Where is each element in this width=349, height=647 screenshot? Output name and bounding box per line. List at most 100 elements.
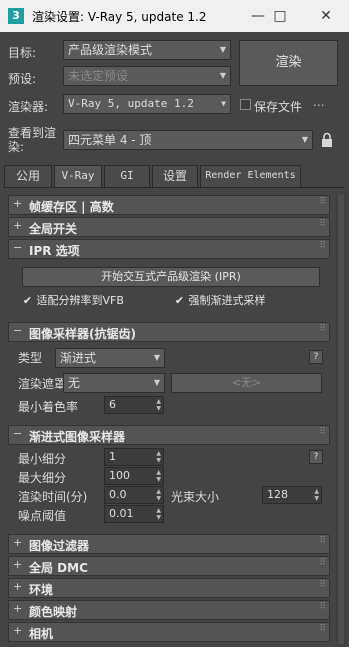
max-subdivs-value: 100 (109, 469, 130, 482)
save-file-checkbox[interactable] (240, 99, 251, 110)
preset-value: 未选定预设 (68, 69, 129, 83)
start-ipr-button[interactable]: 开始交互式产品级渲染 (IPR) (22, 267, 320, 287)
bundle-size-label: 光束大小 (171, 490, 220, 504)
spinner-arrows-icon: ▲ ▼ (156, 507, 161, 521)
preset-dropdown[interactable]: 未选定预设 ▼ (63, 66, 231, 86)
rollout-ipr[interactable]: − IPR 选项 ⠿ (8, 239, 330, 259)
expand-icon: + (13, 219, 23, 232)
rollout-title: 图像采样器(抗锯齿) (29, 327, 136, 341)
spinner-arrows-icon: ▲ ▼ (156, 469, 161, 483)
scrollbar-thumb[interactable] (338, 195, 344, 644)
rollout-title: IPR 选项 (29, 244, 80, 258)
rollout-title: 渐进式图像采样器 (29, 430, 126, 444)
min-subdivs-spinner[interactable]: 1 ▲ ▼ (104, 448, 164, 466)
chevron-down-icon: ▼ (219, 71, 226, 80)
rollout-environment[interactable]: + 环境 ⠿ (8, 578, 330, 598)
rollout-global-switches[interactable]: + 全局开关 ⠿ (8, 217, 330, 237)
rollout-title: 相机 (29, 627, 54, 641)
view-dropdown[interactable]: 四元菜单 4 - 顶 ▼ (63, 130, 313, 150)
rollout-title: 颜色映射 (29, 605, 78, 619)
collapse-icon: − (13, 427, 23, 440)
chevron-down-icon: ▼ (221, 99, 226, 108)
grip-icon: ⠿ (319, 427, 326, 437)
app-icon: 3 (8, 8, 24, 24)
rollout-framebuffer[interactable]: + 帧缓存区 | 高数 ⠿ (8, 195, 330, 215)
noise-threshold-value: 0.01 (109, 507, 134, 520)
progressive-help-button[interactable]: ? (309, 450, 323, 464)
rollout-scrollbar[interactable] (336, 195, 346, 644)
fit-vfb-checkbox[interactable]: ✔ 适配分辨率到VFB (22, 292, 124, 308)
view-label: 查看到渲 染: (8, 126, 56, 154)
render-time-label: 渲染时间(分) (18, 490, 88, 504)
rollout-camera[interactable]: + 相机 ⠿ (8, 622, 330, 642)
grip-icon: ⠿ (319, 536, 326, 546)
min-subdivs-label: 最小细分 (18, 452, 67, 466)
checkmark-icon: ✔ (174, 294, 185, 307)
target-label: 目标: (8, 46, 37, 60)
tab-common[interactable]: 公用 (4, 165, 52, 187)
tab-gi[interactable]: GI (104, 165, 150, 187)
expand-icon: + (13, 624, 23, 637)
grip-icon: ⠿ (319, 324, 326, 334)
more-button[interactable]: ... (313, 95, 324, 109)
spinner-arrows-icon: ▲ ▼ (156, 450, 161, 464)
expand-icon: + (13, 580, 23, 593)
view-value: 四元菜单 4 - 顶 (68, 133, 152, 147)
chevron-down-icon: ▼ (153, 353, 160, 362)
renderer-dropdown[interactable]: V-Ray 5, update 1.2 ▼ (63, 94, 231, 114)
force-progressive-checkbox[interactable]: ✔ 强制渐进式采样 (174, 292, 266, 308)
rollout-title: 帧缓存区 | 高数 (29, 200, 114, 214)
min-shading-value: 6 (109, 398, 116, 411)
minimize-icon[interactable]: — (246, 6, 270, 26)
noise-threshold-label: 噪点阈值 (18, 509, 67, 523)
expand-icon: + (13, 558, 23, 571)
rollout-color-mapping[interactable]: + 颜色映射 ⠿ (8, 600, 330, 620)
rollout-image-sampler[interactable]: − 图像采样器(抗锯齿) ⠿ (8, 322, 330, 342)
rollout-image-filter[interactable]: + 图像过滤器 ⠿ (8, 534, 330, 554)
grip-icon: ⠿ (319, 197, 326, 207)
expand-icon: + (13, 602, 23, 615)
chevron-down-icon: ▼ (153, 378, 160, 387)
rollout-global-dmc[interactable]: + 全局 DMC ⠿ (8, 556, 330, 576)
fit-vfb-label: 适配分辨率到VFB (36, 294, 124, 307)
chevron-down-icon: ▼ (301, 135, 308, 144)
checkmark-icon: ✔ (22, 294, 33, 307)
save-file-label: 保存文件 (254, 100, 303, 114)
sampler-help-button[interactable]: ? (309, 350, 323, 364)
collapse-icon: − (13, 324, 23, 337)
tab-divider (4, 187, 345, 188)
grip-icon: ⠿ (319, 624, 326, 634)
rollout-progressive-sampler[interactable]: − 渐进式图像采样器 ⠿ (8, 425, 330, 445)
tab-settings[interactable]: 设置 (152, 165, 198, 187)
tab-vray[interactable]: V-Ray (54, 165, 102, 188)
maximize-icon[interactable]: □ (268, 6, 292, 26)
min-shading-spinner[interactable]: 6 ▲ ▼ (104, 396, 164, 414)
window-title: 渲染设置: V-Ray 5, update 1.2 (32, 10, 207, 24)
noise-threshold-spinner[interactable]: 0.01 ▲ ▼ (104, 505, 164, 523)
expand-icon: + (13, 536, 23, 549)
renderer-label: 渲染器: (8, 100, 49, 114)
grip-icon: ⠿ (319, 558, 326, 568)
chevron-down-icon: ▼ (219, 45, 226, 54)
render-time-spinner[interactable]: 0.0 ▲ ▼ (104, 486, 164, 504)
sampler-type-dropdown[interactable]: 渐进式 ▼ (55, 348, 165, 368)
target-dropdown[interactable]: 产品级渲染模式 ▼ (63, 40, 231, 60)
render-button[interactable]: 渲染 (239, 40, 338, 86)
lock-icon[interactable] (320, 132, 334, 148)
min-subdivs-value: 1 (109, 450, 116, 463)
title-bar: 3 渲染设置: V-Ray 5, update 1.2 — □ ✕ (0, 0, 349, 32)
expand-icon: + (13, 197, 23, 210)
max-subdivs-spinner[interactable]: 100 ▲ ▼ (104, 467, 164, 485)
tab-render-elements[interactable]: Render Elements (200, 165, 301, 187)
collapse-icon: − (13, 241, 23, 254)
spinner-arrows-icon: ▲ ▼ (156, 488, 161, 502)
target-value: 产品级渲染模式 (68, 43, 153, 57)
close-icon[interactable]: ✕ (314, 6, 338, 26)
bundle-size-value: 128 (267, 488, 288, 501)
render-mask-dropdown[interactable]: 无 ▼ (63, 373, 165, 393)
bundle-size-spinner[interactable]: 128 ▲ ▼ (262, 486, 322, 504)
grip-icon: ⠿ (319, 580, 326, 590)
renderer-value: V-Ray 5, update 1.2 (68, 97, 194, 110)
render-mask-map-button[interactable]: <无> (171, 373, 322, 393)
rollout-title: 图像过滤器 (29, 539, 90, 553)
